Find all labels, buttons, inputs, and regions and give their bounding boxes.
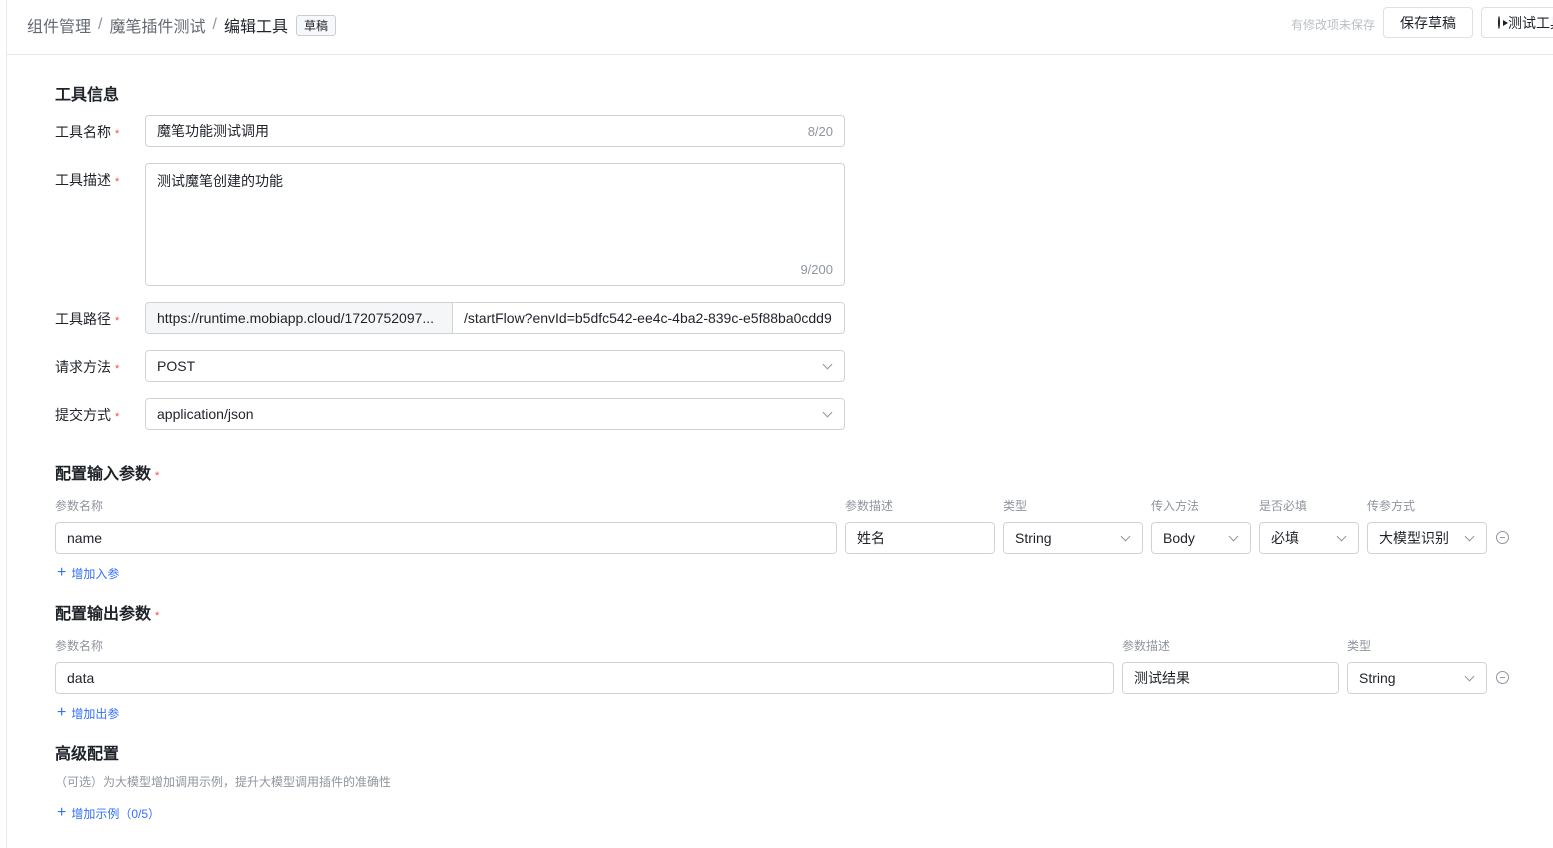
- breadcrumb-item[interactable]: 组件管理: [27, 13, 91, 37]
- method-select[interactable]: POST: [145, 350, 845, 382]
- section-title: 高级配置: [55, 746, 120, 763]
- tool-name-input[interactable]: 魔笔功能测试调用 8/20: [145, 115, 845, 147]
- param-desc-input[interactable]: 姓名: [845, 522, 995, 554]
- param-required-select[interactable]: 必填: [1259, 522, 1359, 554]
- tool-desc-label: 工具描述 *: [55, 172, 120, 188]
- status-badge: 草稿: [295, 14, 336, 36]
- tool-path-base: https://runtime.mobiapp.cloud/1720752097…: [145, 302, 453, 334]
- remove-output-icon[interactable]: [1496, 671, 1509, 684]
- column-header: 参数名称: [55, 639, 104, 653]
- param-mode-select[interactable]: 大模型识别: [1367, 522, 1487, 554]
- tool-desc-textarea[interactable]: 测试魔笔创建的功能 9/200: [145, 163, 845, 286]
- section-title: 配置输出参数 *: [55, 606, 160, 623]
- chevron-down-icon: [822, 359, 833, 370]
- page: 组件管理/ 魔笔插件测试/ 编辑工具 草稿 有修改项未保存 保存草稿 测试工具 …: [6, 0, 1553, 848]
- header: 组件管理/ 魔笔插件测试/ 编辑工具 草稿 有修改项未保存 保存草稿 测试工具: [7, 0, 1553, 55]
- remove-param-icon[interactable]: [1496, 531, 1509, 544]
- save-draft-label: 保存草稿: [1400, 14, 1456, 31]
- add-example-button[interactable]: + 增加示例（0/5）: [57, 804, 160, 822]
- param-method-select[interactable]: Body: [1151, 522, 1251, 554]
- play-icon: [1498, 16, 1508, 29]
- tool-name-label: 工具名称 *: [55, 124, 120, 140]
- column-header: 参数名称: [55, 499, 104, 513]
- plus-icon: +: [57, 704, 67, 721]
- column-header: 是否必填: [1259, 499, 1308, 513]
- column-header: 参数描述: [845, 499, 894, 513]
- tool-path-label: 工具路径 *: [55, 311, 120, 327]
- section-title: 配置输入参数 *: [55, 466, 160, 483]
- save-draft-button[interactable]: 保存草稿: [1383, 7, 1473, 38]
- column-header: 传参方式: [1367, 499, 1416, 513]
- method-label: 请求方法 *: [55, 359, 120, 375]
- chevron-down-icon: [1120, 531, 1131, 542]
- column-header: 传入方法: [1151, 499, 1200, 513]
- char-count: 9/200: [800, 262, 833, 277]
- test-tool-label: 测试工具: [1508, 14, 1553, 31]
- column-header: 类型: [1347, 639, 1372, 653]
- unsaved-notice: 有修改项未保存: [1291, 18, 1376, 32]
- chevron-down-icon: [1228, 531, 1239, 542]
- tool-path-input[interactable]: /startFlow?envId=b5dfc542-ee4c-4ba2-839c…: [452, 302, 845, 334]
- char-count: 8/20: [807, 123, 833, 139]
- chevron-down-icon: [1336, 531, 1347, 542]
- param-name-input[interactable]: name: [55, 522, 837, 554]
- submit-select[interactable]: application/json: [145, 398, 845, 430]
- output-type-select[interactable]: String: [1347, 662, 1487, 694]
- breadcrumb-current: 编辑工具: [223, 19, 288, 36]
- add-output-param-button[interactable]: + 增加出参: [57, 704, 119, 722]
- plus-icon: +: [57, 804, 67, 821]
- breadcrumb: 组件管理 / 魔笔插件测试 / 编辑工具 草稿: [27, 13, 336, 37]
- output-name-input[interactable]: data: [55, 662, 1114, 694]
- output-desc-input[interactable]: 测试结果: [1122, 662, 1339, 694]
- chevron-down-icon: [822, 407, 833, 418]
- column-header: 参数描述: [1122, 639, 1171, 653]
- param-type-select[interactable]: String: [1003, 522, 1143, 554]
- breadcrumb-item[interactable]: 魔笔插件测试: [109, 13, 205, 37]
- column-header: 类型: [1003, 499, 1028, 513]
- test-tool-button[interactable]: 测试工具: [1481, 7, 1553, 38]
- chevron-down-icon: [1464, 671, 1475, 682]
- advanced-hint: （可选）为大模型增加调用示例，提升大模型调用插件的准确性: [55, 775, 392, 789]
- section-title: 工具信息: [55, 87, 120, 104]
- plus-icon: +: [57, 564, 67, 581]
- add-input-param-button[interactable]: + 增加入参: [57, 564, 119, 582]
- submit-label: 提交方式 *: [55, 407, 120, 423]
- chevron-down-icon: [1464, 531, 1475, 542]
